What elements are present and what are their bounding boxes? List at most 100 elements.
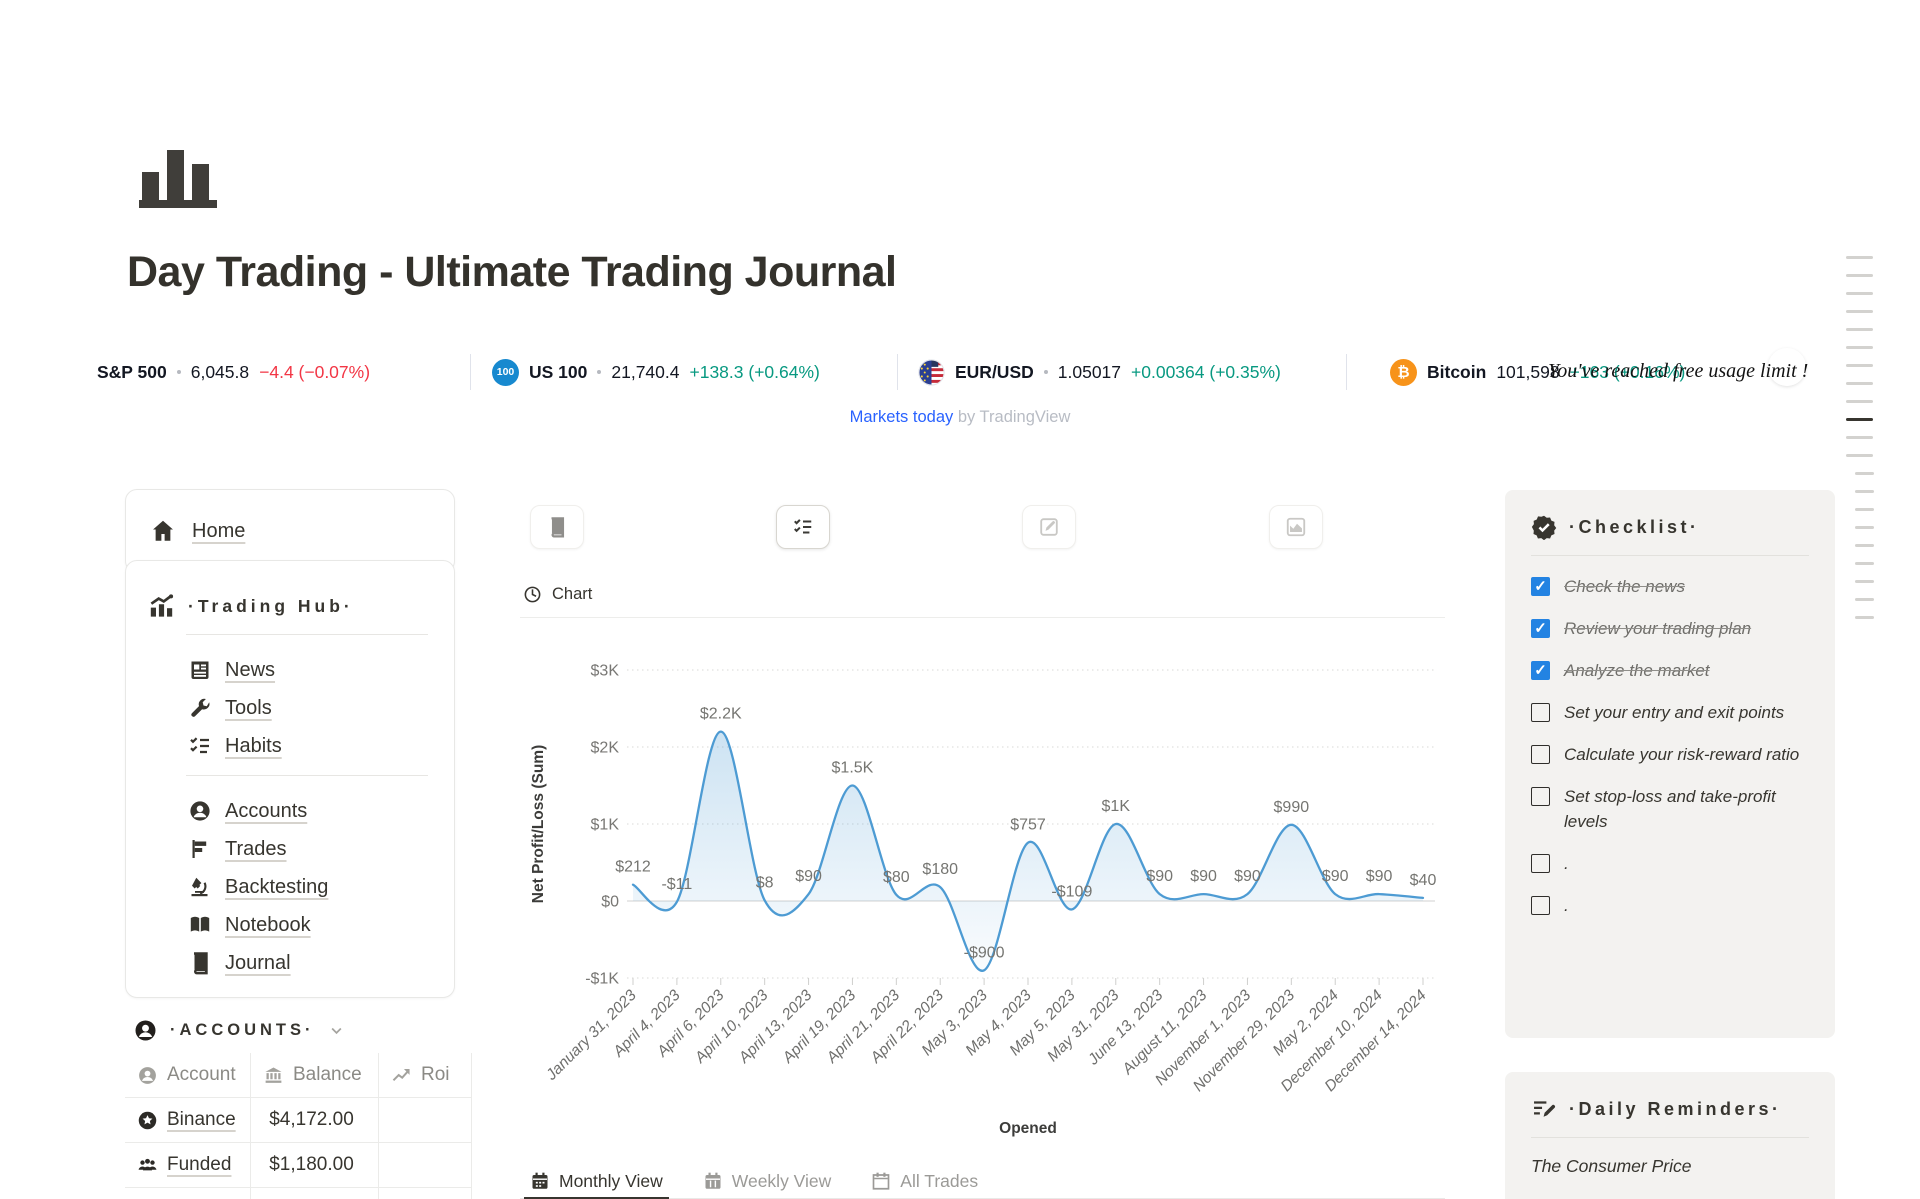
tab-weekly-view[interactable]: Weekly View [703, 1172, 832, 1198]
sidebar-item-accounts[interactable]: Accounts [148, 792, 432, 830]
toc-dash[interactable] [1846, 310, 1873, 313]
toc-dash[interactable] [1846, 436, 1873, 439]
sidebar-item-tools[interactable]: Tools [148, 689, 432, 727]
chevron-down-icon[interactable] [327, 1021, 346, 1040]
ticker-separator [897, 354, 898, 390]
chart-section-title: Chart [552, 585, 592, 604]
compose-view-button[interactable] [1022, 505, 1076, 549]
ticker-item[interactable]: 100US 10021,740.4+138.3 (+0.64%) [492, 352, 820, 392]
sidebar-item-home[interactable]: Home [192, 520, 245, 543]
calendar-week-icon [703, 1171, 723, 1191]
checklist-item: Calculate your risk-reward ratio [1531, 742, 1809, 767]
toc-dash[interactable] [1855, 580, 1874, 583]
unchecked-checkbox[interactable] [1531, 703, 1550, 722]
ticker-symbol: US 100 [529, 362, 587, 383]
toc-dash[interactable] [1846, 274, 1873, 277]
column-header-balance[interactable]: Balance [251, 1053, 379, 1097]
checklist-item-text: . [1564, 851, 1569, 876]
balance-cell: $300.00 [251, 1188, 379, 1199]
divider [520, 617, 1445, 618]
sidebar-item-backtesting[interactable]: Backtesting [148, 868, 432, 906]
unchecked-checkbox[interactable] [1531, 854, 1550, 873]
toc-dash[interactable] [1846, 346, 1873, 349]
ticker-price: 6,045.8 [191, 362, 249, 383]
tab-all-trades[interactable]: All Trades [871, 1172, 978, 1198]
toc-dash[interactable] [1846, 292, 1873, 295]
toc-dash[interactable] [1855, 544, 1874, 547]
toc-dash[interactable] [1846, 328, 1873, 331]
sidebar-item-label: Accounts [225, 800, 307, 823]
toc-dash[interactable] [1846, 256, 1873, 259]
tradingview-credit: by TradingView [958, 408, 1071, 426]
account-cell[interactable]: Funded [125, 1143, 251, 1187]
checklist-item-text: Check the news [1564, 574, 1685, 599]
checked-checkbox[interactable]: ✓ [1531, 661, 1550, 680]
journal-view-button[interactable] [530, 505, 584, 549]
sidebar-item-journal[interactable]: Journal [148, 944, 432, 982]
account-cell[interactable] [125, 1188, 251, 1199]
dot-separator [177, 370, 181, 374]
checklist-view-button[interactable] [776, 505, 830, 549]
page: Day Trading - Ultimate Trading Journal S… [0, 0, 1920, 1199]
toc-dash[interactable] [1855, 598, 1874, 601]
toc-dash[interactable] [1855, 562, 1874, 565]
svg-text:-$11: -$11 [661, 876, 692, 893]
sidebar-item-news[interactable]: News [148, 651, 432, 689]
ticker-item[interactable]: S&P 5006,045.8−4.4 (−0.07%) [97, 352, 370, 392]
toc-dash[interactable] [1855, 616, 1874, 619]
calendar-grid-icon [530, 1171, 550, 1191]
clock-icon [523, 585, 542, 604]
accounts-table: AccountBalanceRoiBinance$4,172.00Funded$… [125, 1053, 472, 1199]
svg-text:$990: $990 [1274, 799, 1310, 816]
unchecked-checkbox[interactable] [1531, 787, 1550, 806]
pencil-lines-icon [1531, 1096, 1557, 1122]
svg-text:$90: $90 [1322, 868, 1349, 885]
tab-monthly-view[interactable]: Monthly View [530, 1172, 663, 1198]
roi-cell [379, 1098, 472, 1142]
ticker-item[interactable]: EUR/USD1.05017+0.00364 (+0.35%) [918, 352, 1281, 392]
sidebar-item-label: Tools [225, 697, 272, 720]
account-link[interactable]: Funded [167, 1154, 231, 1176]
svg-text:$212: $212 [615, 859, 651, 876]
toc-dash[interactable] [1846, 400, 1873, 403]
toc-dash[interactable] [1855, 490, 1874, 493]
checked-checkbox[interactable]: ✓ [1531, 577, 1550, 596]
toc-dash[interactable] [1846, 418, 1873, 421]
book-icon [188, 951, 212, 975]
ticker-price: 1.05017 [1058, 362, 1121, 383]
book-icon [546, 516, 568, 538]
open-book-icon [188, 913, 212, 937]
person-circle-icon [133, 1018, 158, 1043]
table-of-contents-indicator[interactable] [1846, 256, 1874, 619]
svg-text:-$1K: -$1K [585, 971, 619, 988]
ticker-attribution: Markets today by TradingView [0, 408, 1920, 427]
checked-checkbox[interactable]: ✓ [1531, 619, 1550, 638]
dot-separator [597, 370, 601, 374]
checklist-title: ·Checklist· [1569, 514, 1809, 541]
markets-today-link[interactable]: Markets today [850, 408, 954, 426]
ticker-symbol: EUR/USD [955, 362, 1034, 383]
toc-dash[interactable] [1846, 454, 1873, 457]
badge-check-icon [1531, 514, 1557, 540]
account-link[interactable]: Binance [167, 1109, 236, 1131]
unchecked-checkbox[interactable] [1531, 745, 1550, 764]
column-header-roi[interactable]: Roi [379, 1053, 472, 1097]
toc-dash[interactable] [1855, 472, 1874, 475]
account-cell[interactable]: Binance [125, 1098, 251, 1142]
svg-text:$90: $90 [1146, 868, 1173, 885]
sidebar-item-label: Journal [225, 952, 291, 975]
compose-icon [1038, 516, 1060, 538]
sidebar-item-trades[interactable]: Trades [148, 830, 432, 868]
toc-dash[interactable] [1855, 526, 1874, 529]
sidebar-item-notebook[interactable]: Notebook [148, 906, 432, 944]
toc-dash[interactable] [1855, 508, 1874, 511]
svg-text:$90: $90 [1234, 868, 1261, 885]
sidebar-item-habits[interactable]: Habits [148, 727, 432, 765]
unchecked-checkbox[interactable] [1531, 896, 1550, 915]
chart-view-button[interactable] [1269, 505, 1323, 549]
daily-reminders-panel: ·Daily Reminders· The Consumer Price [1505, 1072, 1835, 1199]
column-header-account[interactable]: Account [125, 1053, 251, 1097]
roi-cell [379, 1143, 472, 1187]
sidebar-item-label: News [225, 659, 275, 682]
checklist-item: . [1531, 851, 1809, 876]
